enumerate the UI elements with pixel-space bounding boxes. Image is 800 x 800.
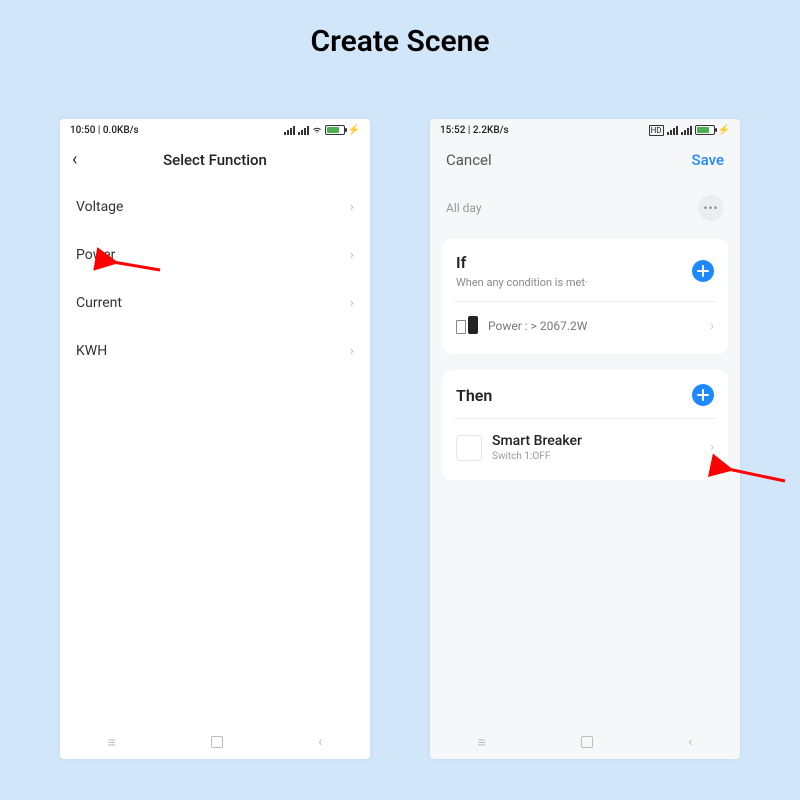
add-condition-button[interactable] [692, 260, 714, 282]
plus-icon [697, 389, 709, 401]
charging-icon: ⚡ [718, 125, 730, 136]
nav-recent-icon[interactable]: ≡ [478, 734, 486, 751]
device-icon [456, 316, 478, 336]
statusbar: 15:52 | 2.2KB/s HD ⚡ [430, 119, 740, 141]
chevron-right-icon: › [350, 199, 354, 215]
function-label: KWH [76, 343, 107, 359]
phone-create-scene: 15:52 | 2.2KB/s HD ⚡ Cancel Save All day… [430, 119, 740, 759]
if-subtitle: When any condition is met· [456, 276, 588, 289]
wifi-icon [312, 126, 322, 134]
chevron-right-icon: › [350, 247, 354, 263]
back-button[interactable]: ‹ [72, 149, 77, 170]
scene-header: Cancel Save [430, 141, 740, 177]
chevron-right-icon: › [350, 343, 354, 359]
function-row-power[interactable]: Power › [60, 231, 370, 279]
action-detail: Switch 1:OFF [492, 451, 582, 462]
schedule-label[interactable]: All day [446, 201, 482, 215]
signal-icon [667, 126, 678, 135]
nav-recent-icon[interactable]: ≡ [108, 734, 116, 751]
android-navbar: ≡ ‹ [60, 725, 370, 759]
charging-icon: ⚡ [348, 125, 360, 136]
app-header: ‹ Select Function [60, 141, 370, 179]
cancel-button[interactable]: Cancel [446, 151, 492, 169]
status-icons: ⚡ [284, 125, 360, 136]
device-thumb-icon [456, 435, 482, 461]
scene-subheader: All day ••• [430, 177, 740, 231]
header-title: Select Function [163, 151, 267, 169]
nav-home-icon[interactable] [211, 736, 223, 748]
function-row-voltage[interactable]: Voltage › [60, 183, 370, 231]
signal-icon [284, 126, 295, 135]
signal-icon [681, 126, 692, 135]
nav-back-icon[interactable]: ‹ [688, 734, 692, 750]
plus-icon [697, 265, 709, 277]
status-icons: HD ⚡ [649, 125, 730, 136]
function-label: Current [76, 295, 122, 311]
more-button[interactable]: ••• [698, 195, 724, 221]
signal-icon [298, 126, 309, 135]
action-row[interactable]: Smart Breaker Switch 1:OFF › [456, 419, 714, 474]
condition-text: Power : > 2067.2W [488, 319, 587, 333]
then-title: Then [456, 386, 492, 405]
chevron-right-icon: › [710, 319, 714, 334]
page-title: Create Scene [0, 0, 800, 59]
chevron-right-icon: › [710, 440, 714, 455]
statusbar: 10:50 | 0.0KB/s ⚡ [60, 119, 370, 141]
action-device: Smart Breaker [492, 433, 582, 449]
battery-icon [325, 125, 345, 135]
if-card: If When any condition is met· Power : > … [442, 239, 728, 354]
status-net: 2.2KB/s [473, 125, 509, 136]
hd-icon: HD [649, 125, 664, 136]
function-row-current[interactable]: Current › [60, 279, 370, 327]
add-action-button[interactable] [692, 384, 714, 406]
status-time: 15:52 [440, 125, 465, 136]
then-card: Then Smart Breaker Switch 1:OFF › [442, 370, 728, 480]
nav-back-icon[interactable]: ‹ [318, 734, 322, 750]
function-row-kwh[interactable]: KWH › [60, 327, 370, 375]
phone-select-function: 10:50 | 0.0KB/s ⚡ ‹ Select Function Volt… [60, 119, 370, 759]
chevron-right-icon: › [350, 295, 354, 311]
battery-icon [695, 125, 715, 135]
save-button[interactable]: Save [692, 151, 724, 169]
android-navbar: ≡ ‹ [430, 725, 740, 759]
condition-row[interactable]: Power : > 2067.2W › [456, 302, 714, 348]
function-label: Voltage [76, 199, 123, 215]
if-title: If [456, 253, 588, 272]
function-label: Power [76, 247, 115, 263]
nav-home-icon[interactable] [581, 736, 593, 748]
status-time: 10:50 [70, 125, 95, 136]
status-net: 0.0KB/s [103, 125, 139, 136]
